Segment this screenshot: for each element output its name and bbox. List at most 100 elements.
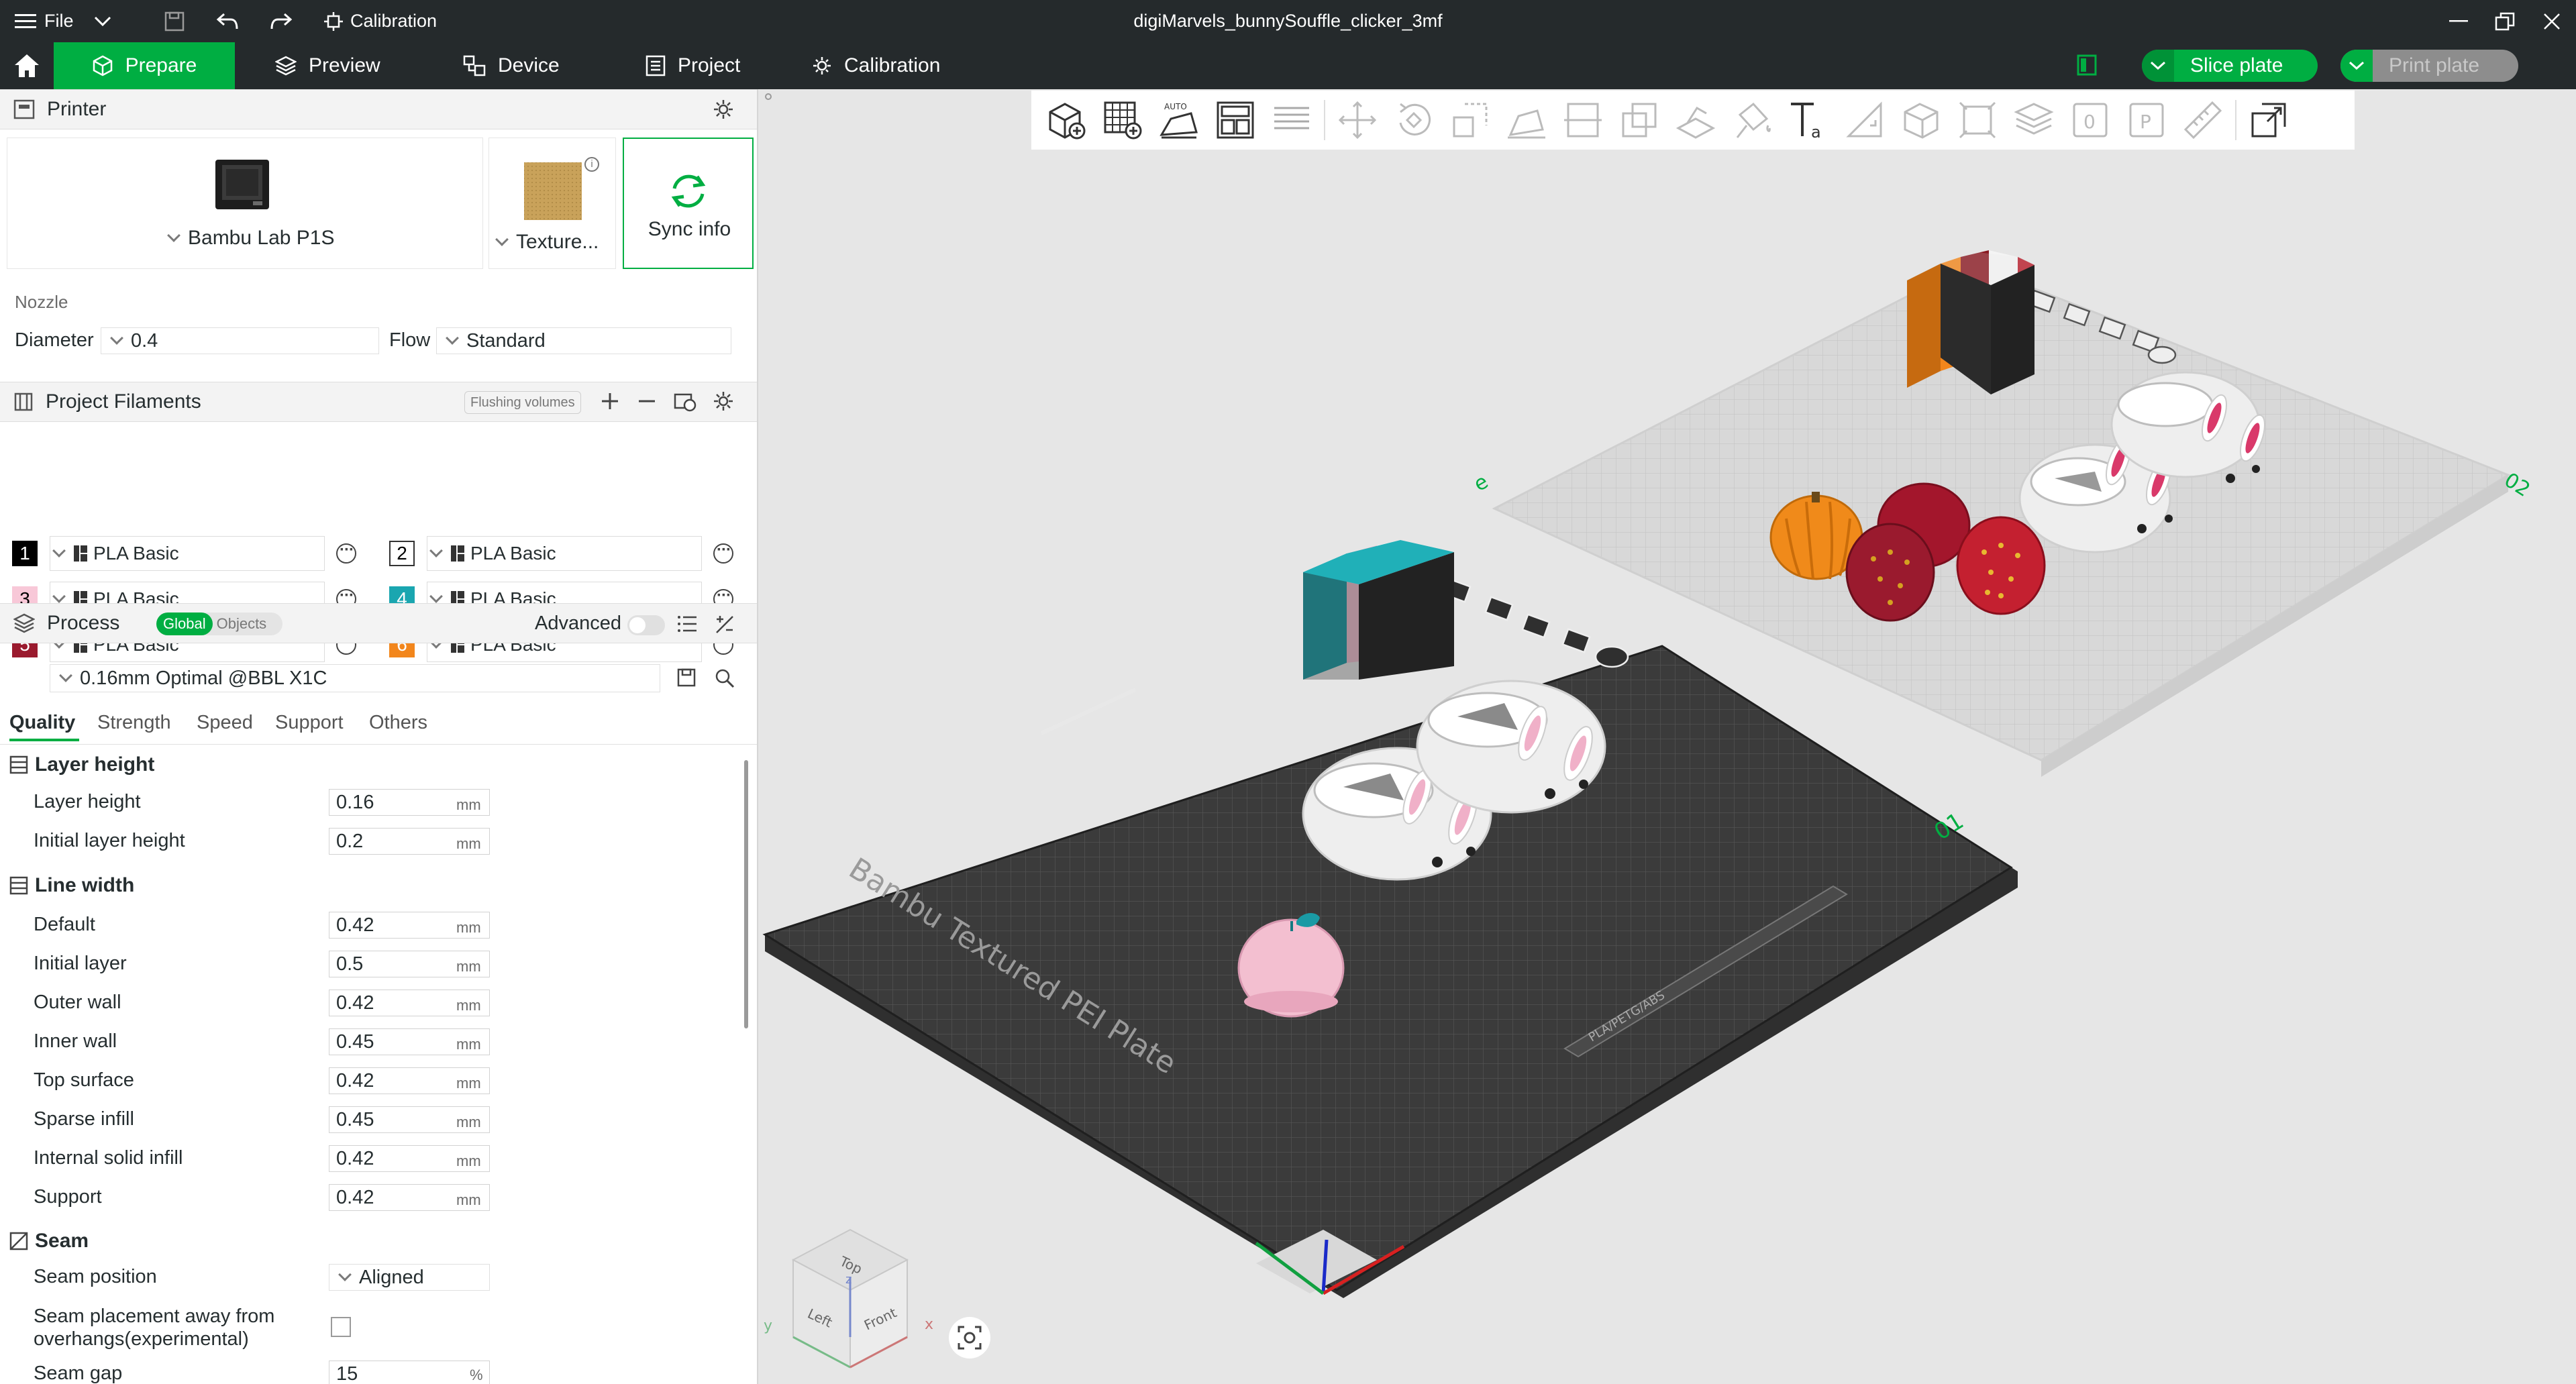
close-icon[interactable] [2543,0,2561,42]
filament-select-1[interactable]: PLA Basic [50,536,325,571]
sync-info-button[interactable]: Sync info [623,138,754,269]
tab-device[interactable]: Device [463,42,560,89]
line-width-label: Initial layer [34,953,127,974]
search-icon[interactable] [714,668,735,692]
plate-1-prime-tower[interactable] [1303,540,1454,680]
compare-icon[interactable] [714,614,735,639]
objects-toggle-option[interactable]: Objects [213,615,267,633]
view-cube[interactable]: Top Left Front z y x [764,1228,933,1369]
printer-selector[interactable]: Bambu Lab P1S [7,138,483,269]
plate-1[interactable]: Bambu Textured PEI Plate 01 PLA/PETG/ABS [762,578,2018,1298]
seam-gap-unit: % [470,1367,483,1383]
save-profile-icon[interactable] [676,668,697,691]
reset-camera-button[interactable] [949,1317,990,1359]
tab-quality[interactable]: Quality [9,712,75,734]
advanced-label: Advanced [535,613,621,634]
tab-device-label: Device [498,54,560,76]
global-objects-toggle[interactable]: Global Objects [156,613,282,635]
minimize-icon[interactable] [2449,0,2468,42]
plate-2-strawberry-2[interactable] [1956,516,2046,615]
print-plate-button[interactable]: Print plate [2340,50,2518,82]
tab-support[interactable]: Support [275,712,344,734]
seam-group: Seam [9,1230,89,1253]
seam-away-label-line1: Seam placement away from [34,1306,275,1327]
line-width-label: Outer wall [34,992,121,1013]
print-dropdown-chevron-icon[interactable] [2340,50,2373,82]
slice-dropdown-chevron-icon[interactable] [2142,50,2174,82]
printer-thumbnail [215,160,269,209]
tab-others[interactable]: Others [369,712,427,734]
line-width-label: Internal solid infill [34,1147,183,1169]
project-icon [646,55,666,76]
filament-spool-icon [451,545,464,562]
gear-icon [813,57,831,74]
calibration-icon [324,11,343,31]
seam-position-select[interactable]: Aligned [329,1264,490,1291]
main-tab-bar: Prepare Preview Device Project Calibrati… [0,42,2576,89]
3d-viewport[interactable]: AUTO a 0 P 02 e Bambu Textured PEI Plate… [760,89,2576,1384]
tab-calibration[interactable]: Calibration [812,42,940,89]
seam-away-label: Seam placement away from overhangs(exper… [34,1305,274,1350]
line-width-unit: mm [456,1191,481,1208]
list-view-icon[interactable] [676,614,698,637]
tab-strength[interactable]: Strength [97,712,171,734]
seam-gap-input[interactable]: 15 [329,1361,490,1384]
line-width-unit: mm [456,1153,481,1169]
filament-settings-gear-icon[interactable] [713,390,734,415]
restore-icon[interactable] [2495,0,2515,42]
multi-plate-icon[interactable] [2077,54,2097,79]
tab-calibration-label: Calibration [844,54,941,76]
home-icon[interactable] [0,42,54,89]
slice-plate-button[interactable]: Slice plate [2142,50,2318,82]
plate-2-strawberry-1[interactable] [1845,523,1935,622]
tab-project[interactable]: Project [646,42,740,89]
calibration-menu[interactable]: Calibration [323,0,437,42]
plate-1-bunny-2[interactable] [1416,680,1606,814]
plate-2-prime-tower[interactable] [1907,250,2034,394]
nozzle-flow-select[interactable]: Standard [436,327,731,354]
tab-project-label: Project [678,54,741,76]
tab-preview[interactable]: Preview [275,42,380,89]
plate-1-controls[interactable] [1442,578,1629,668]
filament-swatch-1[interactable]: 1 [12,541,38,566]
flushing-volumes-button[interactable]: Flushing volumes [464,391,581,414]
plate-type-selector[interactable]: i Texture... [488,138,616,269]
camera-focus-icon [958,1326,982,1350]
seam-away-checkbox[interactable] [331,1317,351,1337]
seam-icon [9,1232,28,1250]
advanced-toggle[interactable] [627,615,665,635]
layer-height-group-title: Layer height [35,753,155,776]
tab-prepare[interactable]: Prepare [54,42,235,89]
3d-scene[interactable]: 02 e Bambu Textured PEI Plate 01 PLA/PET… [760,89,2576,1384]
process-layers-icon [13,613,35,633]
process-profile-select[interactable]: 0.16mm Optimal @BBL X1C [50,664,660,692]
file-menu[interactable]: File [15,0,74,42]
line-width-unit: mm [456,958,481,975]
filament-icon [14,392,33,411]
undo-icon[interactable] [216,0,239,42]
remove-filament-icon[interactable] [636,390,658,415]
settings-scrollbar[interactable] [744,760,748,1028]
add-filament-icon[interactable] [599,390,621,415]
line-width-label: Sparse infill [34,1108,134,1130]
global-toggle-option[interactable]: Global [156,613,213,635]
process-section-title: Process [47,612,120,634]
slice-plate-label: Slice plate [2190,54,2283,76]
printer-settings-gear-icon[interactable] [713,99,734,123]
nozzle-diameter-select[interactable]: 0.4 [101,327,379,354]
cube-icon [93,55,112,76]
info-icon[interactable]: i [584,157,599,172]
device-icon [463,55,486,76]
printer-section-header: Printer [0,89,757,129]
filament-options-icon[interactable] [713,541,733,564]
file-dropdown-chevron-icon[interactable] [94,0,111,42]
calibration-label: Calibration [350,11,437,31]
save-icon[interactable] [164,0,185,42]
filaments-section-title: Project Filaments [46,390,201,413]
filament-sync-icon[interactable] [674,390,697,415]
redo-icon[interactable] [270,0,293,42]
filament-select-2[interactable]: PLA Basic [427,536,702,571]
filament-swatch-2[interactable]: 2 [389,541,415,566]
filament-options-icon[interactable] [336,541,356,564]
tab-speed[interactable]: Speed [197,712,253,734]
